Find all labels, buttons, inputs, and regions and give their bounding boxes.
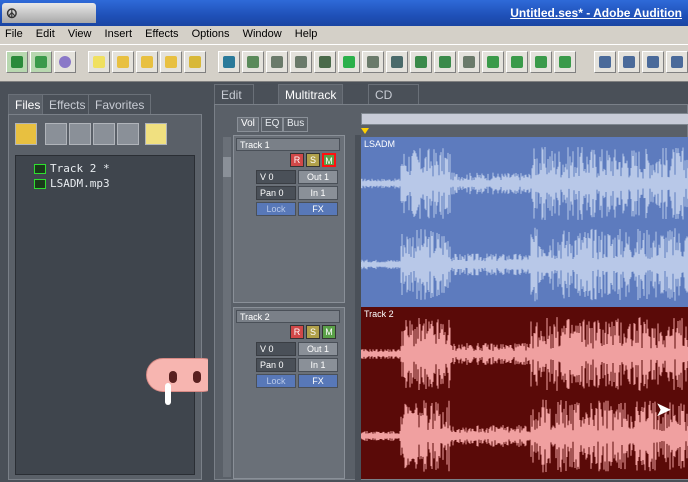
list-item[interactable]: LSADM.mp3 [34, 177, 194, 192]
file-name: Track 2 * [50, 162, 110, 175]
menu-edit[interactable]: Edit [31, 26, 60, 40]
track-name-2[interactable]: Track 2 [236, 310, 340, 323]
undo-icon[interactable] [218, 51, 240, 73]
pan-field[interactable]: Pan 0 [256, 186, 296, 200]
tool-icon-9[interactable] [410, 51, 432, 73]
record-button[interactable]: R [290, 153, 304, 167]
lock-button[interactable]: Lock [256, 202, 296, 216]
fx-icon[interactable] [666, 51, 688, 73]
track-2-waveform [360, 307, 688, 479]
files-panel: Track 2 * LSADM.mp3 [8, 114, 202, 480]
tool-icon-8[interactable] [386, 51, 408, 73]
tab-multitrack-view[interactable]: Multitrack View [278, 84, 344, 116]
track-name-1[interactable]: Track 1 [236, 138, 340, 151]
file-name: LSADM.mp3 [50, 177, 110, 190]
play-forward-icon[interactable] [338, 51, 360, 73]
file-list: Track 2 * LSADM.mp3 [15, 155, 195, 475]
record-button[interactable]: R [290, 325, 304, 339]
menu-window[interactable]: Window [238, 26, 287, 40]
tool-icon-12[interactable] [482, 51, 504, 73]
subtab-vol[interactable]: Vol [237, 117, 259, 132]
window-title: Untitled.ses* - Adobe Audition [510, 6, 682, 20]
clip-label-1: LSADM [364, 139, 396, 149]
tool-icon-7[interactable] [362, 51, 384, 73]
tool-icon-15[interactable] [554, 51, 576, 73]
playhead-marker[interactable] [361, 128, 369, 134]
open-folder-icon[interactable] [112, 51, 134, 73]
track-2-clip[interactable]: Track 2 [360, 307, 688, 479]
open-file-icon[interactable] [15, 123, 37, 145]
menu-options[interactable]: Options [187, 26, 235, 40]
tool-icon-10[interactable] [434, 51, 456, 73]
app-icon[interactable]: ☮ [2, 3, 96, 23]
multitrack-view-icon[interactable] [30, 51, 52, 73]
tool-icon-14[interactable] [530, 51, 552, 73]
save-as-icon[interactable] [160, 51, 182, 73]
menu-insert[interactable]: Insert [100, 26, 138, 40]
lock-button[interactable]: Lock [256, 374, 296, 388]
new-file-icon[interactable] [88, 51, 110, 73]
timeline-ruler[interactable] [361, 113, 688, 125]
waveform-icon [34, 179, 46, 189]
track-1-clip[interactable]: LSADM [360, 137, 688, 307]
cursor-arrow-icon: ➤ [655, 399, 672, 421]
cd-view-icon[interactable] [54, 51, 76, 73]
mute-button[interactable]: M [322, 153, 336, 167]
subtab-eq[interactable]: EQ [261, 117, 284, 132]
subtab-bus[interactable]: Bus [283, 117, 309, 132]
right-panel: Edit View Multitrack View CD Project Vie… [208, 82, 688, 481]
tab-favorites[interactable]: Favorites [88, 94, 152, 114]
list-item[interactable]: Track 2 * [34, 162, 194, 177]
tool-icon-3[interactable] [266, 51, 288, 73]
solo-button[interactable]: S [306, 325, 320, 339]
save-icon[interactable] [136, 51, 158, 73]
output-button[interactable]: Out 1 [298, 170, 338, 184]
track-1-waveform [360, 137, 688, 307]
tool-icon-4[interactable] [290, 51, 312, 73]
autoplay-icon[interactable] [117, 123, 139, 145]
tool-icon-2[interactable] [242, 51, 264, 73]
left-panel: Files Effects Favorites Track 2 * LSADM.… [0, 82, 208, 480]
close-file-icon[interactable] [184, 51, 206, 73]
toolbar [0, 44, 688, 82]
volume-field[interactable]: V 0 [256, 342, 296, 356]
menu-effects[interactable]: Effects [140, 26, 183, 40]
input-button[interactable]: In 1 [298, 358, 338, 372]
vertical-scrollbar[interactable] [223, 137, 231, 477]
fx-button[interactable]: FX [298, 202, 338, 216]
menu-help[interactable]: Help [290, 26, 323, 40]
mute-button[interactable]: M [322, 325, 336, 339]
insert-icon[interactable] [69, 123, 91, 145]
play-file-icon[interactable] [93, 123, 115, 145]
cut-icon[interactable] [314, 51, 336, 73]
wet-icon[interactable] [642, 51, 664, 73]
options-icon[interactable] [145, 123, 167, 145]
track-controls-2: Track 2 R S M V 0 Out 1 Pan 0 In 1 Lock … [233, 307, 345, 479]
close-file-icon[interactable] [45, 123, 67, 145]
edit-view-icon[interactable] [6, 51, 28, 73]
output-button[interactable]: Out 1 [298, 342, 338, 356]
tool-icon-17[interactable] [618, 51, 640, 73]
clip-label-2: Track 2 [364, 309, 394, 319]
track-controls-1: Track 1 R S M V 0 Out 1 Pan 0 In 1 Lock … [233, 135, 345, 303]
input-button[interactable]: In 1 [298, 186, 338, 200]
tab-effects[interactable]: Effects [42, 94, 93, 114]
pan-field[interactable]: Pan 0 [256, 358, 296, 372]
title-bar: ☮ Untitled.ses* - Adobe Audition [0, 0, 688, 26]
tool-icon-11[interactable] [458, 51, 480, 73]
volume-field[interactable]: V 0 [256, 170, 296, 184]
menu-view[interactable]: View [63, 26, 97, 40]
menu-bar: File Edit View Insert Effects Options Wi… [0, 26, 688, 44]
solo-button[interactable]: S [306, 153, 320, 167]
waveform-icon [34, 164, 46, 174]
tool-icon-16[interactable] [594, 51, 616, 73]
tab-cd-project-view[interactable]: CD Project View [368, 84, 420, 130]
fx-button[interactable]: FX [298, 374, 338, 388]
menu-file[interactable]: File [0, 26, 28, 40]
multitrack-area: Vol EQ Bus Track 1 R S M V 0 Out 1 Pan 0… [214, 104, 688, 481]
tab-edit-view[interactable]: Edit View [214, 84, 254, 116]
tool-icon-13[interactable] [506, 51, 528, 73]
